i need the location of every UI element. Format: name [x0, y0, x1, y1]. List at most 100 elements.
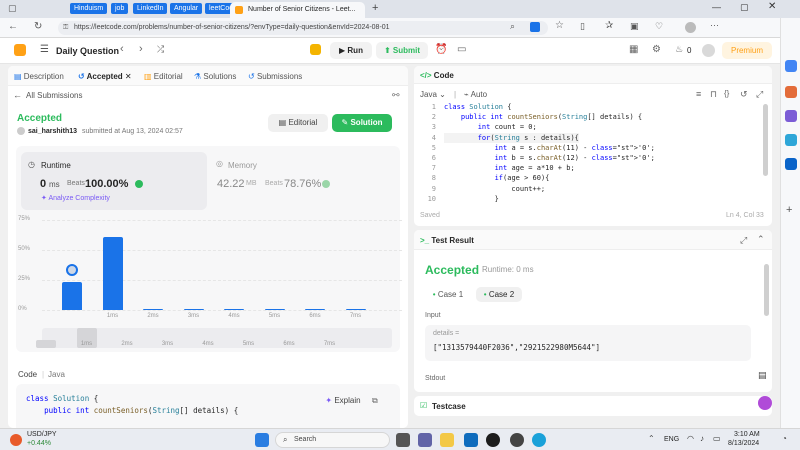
sidebar-add-icon[interactable]: + [786, 204, 792, 216]
tray-chevron-icon[interactable]: ⌃ [648, 434, 655, 443]
clock-date[interactable]: 8/13/2024 [728, 440, 759, 447]
tab-solutions[interactable]: ⚗ Solutions [194, 72, 236, 81]
analyze-complexity-link[interactable]: ✦ Analyze Complexity [41, 194, 110, 202]
reload-icon[interactable]: ↻ [34, 21, 42, 32]
sidebar-tools-icon[interactable] [785, 110, 797, 122]
format-icon[interactable]: ≡ [696, 89, 701, 99]
code-line[interactable]: int a = s.charAt(11) - class="st">'0'; [444, 143, 655, 153]
taskbar-search[interactable]: ⌕ Search [275, 432, 390, 448]
code-line[interactable]: int age = a*10 + b; [444, 163, 575, 173]
notes-book-icon[interactable]: ▤ [758, 370, 767, 381]
currency-pair[interactable]: USD/JPY [27, 431, 57, 438]
copilot-brain-icon[interactable] [758, 396, 772, 410]
mail-icon[interactable] [464, 433, 478, 447]
dell-icon[interactable] [486, 433, 500, 447]
submit-button[interactable]: ⬆ Submit [376, 42, 428, 59]
layout-icon[interactable]: ▦ [629, 44, 638, 55]
prev-problem-icon[interactable]: ‹ [120, 43, 124, 55]
browser-back-icon[interactable]: ▢ [8, 3, 17, 14]
chart-range-selector[interactable]: 1ms 2ms 3ms 4ms 5ms 6ms 7ms [36, 328, 392, 348]
collections-icon[interactable]: ▣ [630, 21, 639, 32]
bookmark-job[interactable]: job [111, 3, 129, 14]
reset-icon[interactable]: ↺ [740, 89, 748, 100]
browser-tab-active[interactable]: Number of Senior Citizens - Leet... [230, 2, 365, 18]
browser-menu-icon[interactable]: ··· [710, 20, 719, 30]
bookmark-linkedin[interactable]: LinkedIn [133, 3, 168, 14]
tab-accepted[interactable]: ↺ Accepted ✕ [78, 72, 132, 81]
zoom-icon[interactable]: ⌕ [510, 21, 515, 32]
code-tab[interactable]: </> Code [420, 71, 454, 80]
runtime-box[interactable]: ◷ Runtime 0 ms Beats 100.00% ✦ Analyze C… [21, 152, 207, 210]
timer-icon[interactable]: ⏰ [435, 44, 447, 55]
code-line[interactable]: int count = 0; [444, 122, 537, 132]
notification-bell-icon[interactable]: ◔ [782, 434, 787, 443]
file-explorer-icon[interactable] [440, 433, 454, 447]
bookmark-icon[interactable]: ⊓ [710, 89, 717, 100]
tab-description[interactable]: ▤ Description [14, 72, 64, 81]
problem-list-icon[interactable]: ☰ [40, 44, 49, 55]
streak-fire-icon[interactable]: ♨ [675, 44, 683, 55]
back-arrow-icon[interactable]: ← [13, 90, 22, 100]
code-line[interactable]: class Solution { [444, 102, 511, 112]
code-line[interactable]: int b = s.charAt(12) - class="st">'0'; [444, 153, 655, 163]
language-select[interactable]: Java ⌄ [420, 90, 446, 99]
window-close-icon[interactable]: ✕ [768, 1, 776, 12]
split-screen-icon[interactable]: ▯ [580, 21, 585, 32]
case-2-tab[interactable]: • Case 2 [476, 287, 522, 302]
result-scrollbar[interactable] [764, 264, 769, 316]
collapse-chevron-icon[interactable]: ⌃ [757, 234, 765, 245]
range-thumb[interactable] [36, 340, 56, 348]
extension-icon[interactable] [530, 22, 540, 32]
notes-icon[interactable]: ▭ [457, 44, 466, 55]
sidebar-outlook-icon[interactable] [785, 158, 797, 170]
chart-bar[interactable] [345, 308, 366, 310]
tab-submissions[interactable]: ↺ Submissions [248, 72, 302, 81]
code-line[interactable]: count++; [444, 184, 545, 194]
tab-editorial[interactable]: ▥ Editorial [144, 72, 183, 81]
input-language[interactable]: ENG [664, 436, 679, 443]
battery-icon[interactable]: ▭ [713, 434, 721, 443]
sidebar-games-icon[interactable] [785, 134, 797, 146]
wifi-icon[interactable]: ◠ [687, 434, 694, 443]
code-line[interactable]: public int countSeniors(String[] details… [444, 112, 642, 122]
chart-bar[interactable] [224, 308, 244, 310]
code-editor[interactable]: 1 class Solution {2 public int countSenio… [414, 102, 772, 202]
task-view-icon[interactable] [396, 433, 410, 447]
sidebar-shopping-icon[interactable] [785, 86, 797, 98]
chart-bar[interactable] [143, 308, 163, 310]
explain-button[interactable]: ✦ Explain [320, 394, 366, 408]
leetcode-logo-icon[interactable] [14, 44, 26, 56]
chart-bar[interactable] [305, 308, 325, 310]
submitter-name[interactable]: sai_harshith13 [28, 128, 77, 135]
editor-scrollbar[interactable] [763, 104, 768, 176]
daily-question-title[interactable]: Daily Question [56, 46, 119, 56]
url-field[interactable]: ⚿ https://leetcode.com/problems/number-o… [58, 21, 548, 35]
expand-icon[interactable]: ⤢ [740, 235, 747, 246]
bookmark-hinduism[interactable]: Hinduism [70, 3, 108, 14]
chart-bar[interactable] [102, 236, 123, 310]
code-line[interactable]: if(age > 60){ [444, 173, 550, 183]
link-icon[interactable]: ⚯ [392, 90, 400, 101]
case-1-tab[interactable]: • Case 1 [428, 287, 468, 302]
all-submissions-link[interactable]: All Submissions [26, 91, 82, 100]
bookmark-angular[interactable]: Angular [170, 3, 203, 14]
new-tab-button[interactable]: + [372, 2, 378, 14]
chart-bar[interactable] [62, 282, 82, 310]
chart-bar[interactable] [264, 308, 285, 310]
debug-icon[interactable] [310, 44, 321, 55]
clock-time[interactable]: 3:10 AM [734, 431, 760, 438]
braces-icon[interactable]: {} [724, 89, 729, 98]
run-button[interactable]: ▶ Run [330, 42, 372, 59]
editorial-button[interactable]: ▤ Editorial [268, 114, 328, 132]
testcase-tab[interactable]: Testcase [432, 402, 466, 411]
back-arrow-icon[interactable]: ← [8, 21, 18, 32]
fullscreen-icon[interactable]: ⤢ [756, 89, 763, 100]
solution-button[interactable]: ✎ Solution [332, 114, 392, 132]
test-result-tab[interactable]: >_ Test Result [420, 236, 474, 245]
teams-icon[interactable] [418, 433, 432, 447]
chart-bar[interactable] [183, 308, 204, 310]
favorites-icon[interactable]: ✰ [605, 20, 613, 31]
volume-icon[interactable]: ♪ [700, 434, 704, 443]
favorite-star-icon[interactable]: ☆ [555, 20, 564, 31]
windows-start-icon[interactable] [255, 433, 269, 447]
